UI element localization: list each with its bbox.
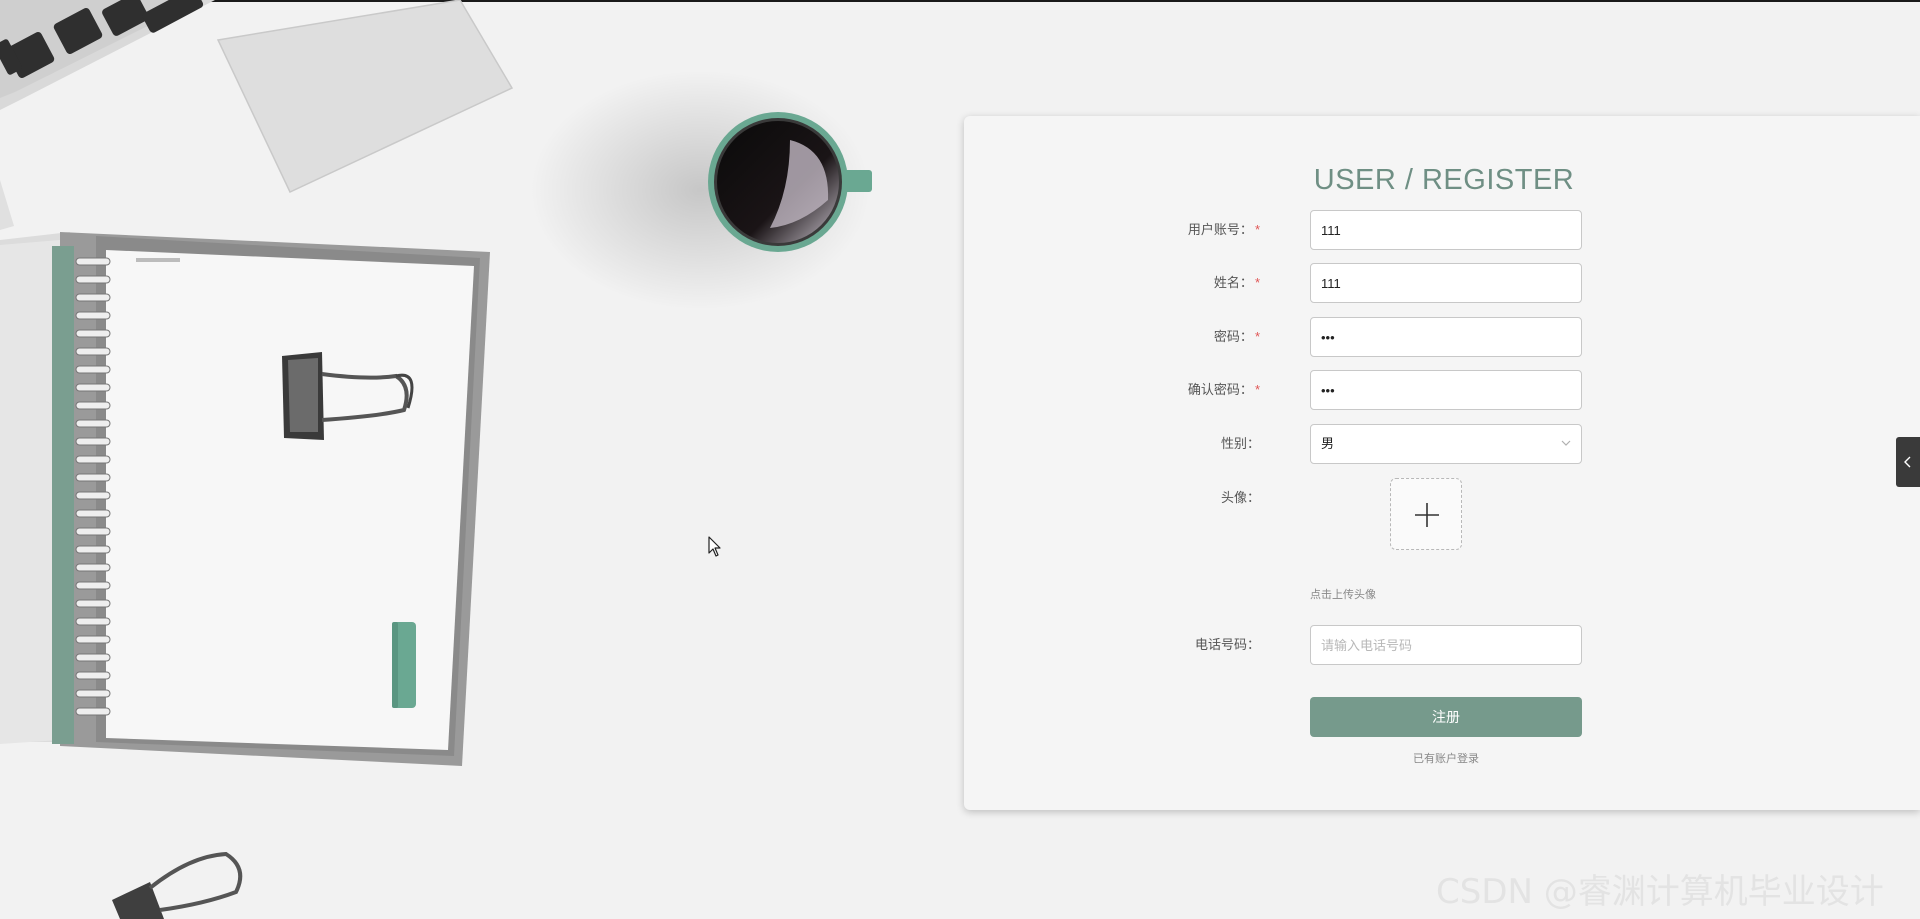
register-title: USER / REGISTER [1313,164,1575,196]
confirm-password-input[interactable] [1310,370,1582,410]
form-row-name: 姓名： * [964,263,1920,303]
form-row-avatar: 头像： [964,478,1920,550]
plus-icon [1415,503,1439,527]
required-mark: * [1254,382,1260,397]
account-input[interactable] [1310,210,1582,250]
confirm-password-label: 确认密码： * [1187,382,1260,397]
phone-label: 电话号码： [1194,637,1260,652]
laptop [0,0,514,230]
gender-select[interactable]: 男 [1310,424,1582,464]
name-input[interactable] [1310,263,1582,303]
coffee-cup [530,70,872,310]
name-label: 姓名： * [1213,275,1260,290]
gender-select-value: 男 [1321,436,1335,451]
watermark: CSDN @睿渊计算机毕业设计 [1436,872,1884,912]
notebook [0,232,490,766]
register-button[interactable]: 注册 [1310,697,1582,737]
account-label: 用户账号： * [1187,222,1260,237]
avatar-label: 头像： [1220,490,1260,505]
avatar-upload-button[interactable] [1390,478,1462,550]
password-input[interactable] [1310,317,1582,357]
form-row-submit: 注册 [964,697,1920,737]
mouse-cursor-icon [708,536,721,557]
form-row-gender: 性别： 男 [964,424,1920,464]
required-mark: * [1254,329,1260,344]
side-panel-toggle[interactable] [1896,437,1920,487]
gender-label: 性别： [1220,436,1260,451]
register-card: USER / REGISTER 用户账号：* 姓名：* 密码：* 确认密码：* … [964,116,1920,810]
form-row-login-link: 已有账户登录 [964,750,1920,766]
phone-input[interactable] [1310,625,1582,665]
required-mark: * [1254,275,1260,290]
required-mark: * [1254,222,1260,237]
chevron-left-icon [1904,456,1911,468]
form-row-account: 用户账号： * [964,210,1920,250]
form-row-password: 密码： * [964,317,1920,357]
form-row-phone: 电话号码： [964,625,1920,665]
binder-clip-bottom [112,851,243,919]
form-row-confirm-password: 确认密码： * [964,370,1920,410]
chevron-down-icon [1561,440,1571,446]
password-label: 密码： * [1213,329,1260,344]
avatar-upload-tip: 点击上传头像 [1310,589,1376,601]
login-link[interactable]: 已有账户登录 [1310,750,1582,766]
form-row-avatar-tip: 点击上传头像 [964,586,1920,602]
